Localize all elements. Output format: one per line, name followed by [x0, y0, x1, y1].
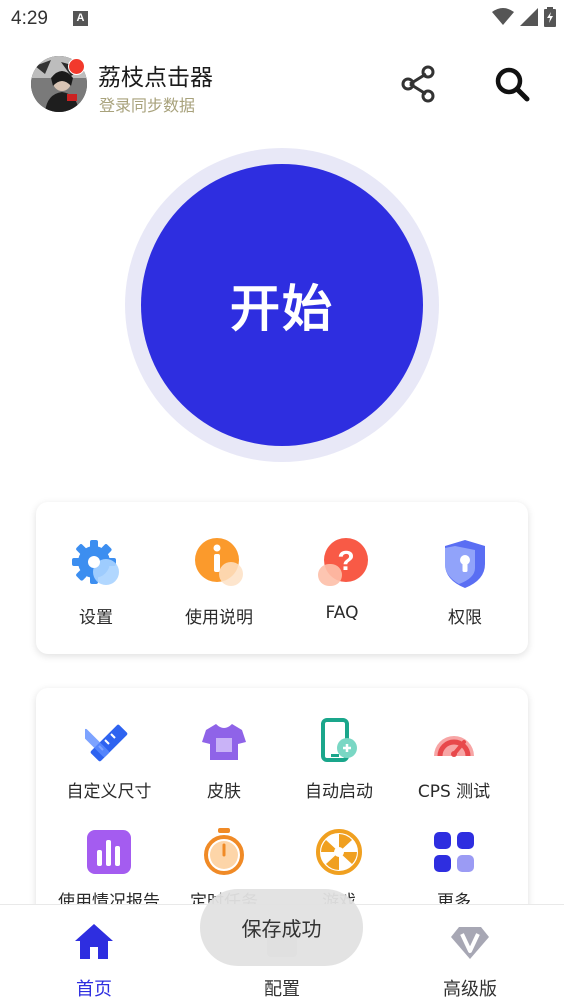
question-icon: ?: [314, 536, 370, 592]
skin-item[interactable]: 皮肤: [164, 718, 284, 802]
toast-message: 保存成功: [200, 889, 363, 966]
diamond-v-icon: [449, 921, 491, 963]
faq-label: FAQ: [325, 603, 359, 623]
custom-size-label: 自定义尺寸: [66, 782, 152, 802]
search-button[interactable]: [492, 64, 532, 104]
faq-item[interactable]: ? FAQ: [282, 536, 402, 623]
more-item[interactable]: 更多: [394, 828, 514, 912]
settings-item[interactable]: 设置: [36, 536, 156, 628]
login-sync-link[interactable]: 登录同步数据: [99, 92, 195, 116]
ruler-pencil-icon: [80, 718, 133, 766]
skin-label: 皮肤: [207, 782, 241, 802]
auto-start-item[interactable]: 自动启动: [279, 718, 399, 802]
custom-size-item[interactable]: 自定义尺寸: [49, 718, 169, 802]
gear-icon: [68, 536, 124, 592]
usage-report-item[interactable]: 使用情况报告: [49, 828, 169, 912]
notification-badge: [68, 58, 85, 75]
app-title: 荔枝点击器: [98, 65, 213, 91]
stopwatch-icon: [200, 828, 248, 876]
instructions-item[interactable]: 使用说明: [159, 536, 279, 628]
start-button[interactable]: 开始: [141, 164, 423, 446]
header: 荔枝点击器 登录同步数据: [0, 52, 564, 118]
wifi-icon: [492, 8, 514, 25]
share-button[interactable]: [398, 64, 438, 104]
bar-chart-icon: [85, 828, 133, 876]
status-time: 4:29: [11, 8, 48, 29]
shirt-icon: [200, 718, 248, 766]
instructions-label: 使用说明: [185, 608, 253, 628]
search-icon: [495, 67, 530, 102]
nav-premium[interactable]: 高级版: [410, 921, 530, 1001]
info-icon: [191, 536, 247, 592]
permissions-label: 权限: [448, 608, 482, 628]
nav-home-label: 首页: [76, 979, 112, 1000]
nav-config-label: 配置: [264, 979, 300, 1000]
permissions-item[interactable]: 权限: [405, 536, 525, 628]
phone-link-icon: [315, 718, 363, 766]
cps-test-label: CPS 测试: [417, 782, 491, 802]
settings-label: 设置: [79, 608, 113, 628]
notification-icon: A: [73, 11, 88, 26]
home-icon: [73, 921, 115, 963]
grid-icon: [430, 828, 478, 876]
shield-lock-icon: [437, 536, 493, 592]
nav-home[interactable]: 首页: [34, 921, 154, 1001]
gauge-icon: [430, 718, 478, 766]
wheel-icon: [315, 828, 363, 876]
battery-icon: [544, 7, 556, 27]
nav-premium-label: 高级版: [443, 979, 497, 1000]
signal-icon: [520, 8, 538, 26]
quick-menu-card: 设置 使用说明 ? FAQ 权限: [36, 502, 528, 654]
cps-test-item[interactable]: CPS 测试: [394, 718, 514, 802]
share-icon: [401, 65, 435, 103]
auto-start-label: 自动启动: [305, 782, 373, 802]
status-bar: 4:29 A: [0, 0, 564, 36]
